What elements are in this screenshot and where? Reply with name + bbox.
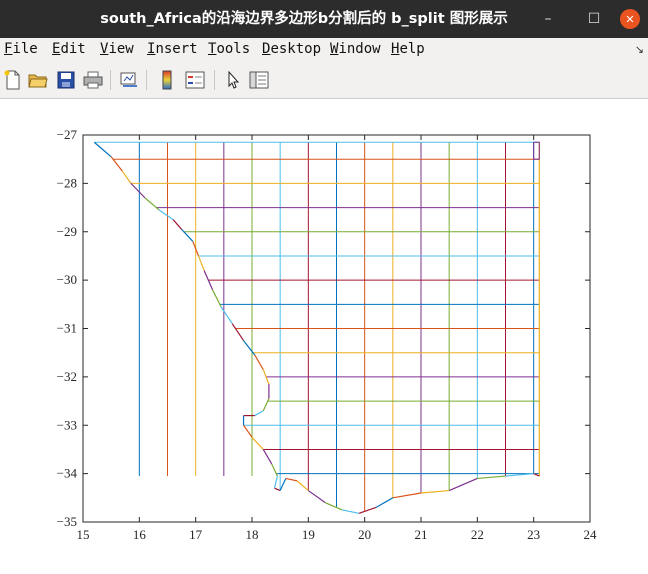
maximize-button[interactable]: ☐ <box>578 0 610 38</box>
toolbar-separator <box>146 70 147 90</box>
menu-desktop[interactable]: Desktop <box>262 41 321 57</box>
y-tick-label: −31 <box>57 321 77 336</box>
y-tick-label: −29 <box>57 224 77 239</box>
colorbar-icon[interactable] <box>156 69 178 91</box>
window-title: south_Africa的沿海边界多边形b分割后的 b_split 图形展示 <box>100 11 508 27</box>
menu-window[interactable]: Window <box>330 41 381 57</box>
pointer-icon[interactable] <box>222 69 244 91</box>
x-tick-label: 20 <box>358 527 371 542</box>
x-tick-label: 15 <box>77 527 90 542</box>
x-tick-label: 22 <box>471 527 484 542</box>
figure-canvas[interactable]: 15 16 17 18 19 20 21 22 23 24 −27 −28 −29 −30 −31 −32 −3… <box>0 99 648 570</box>
menu-tools[interactable]: Tools <box>208 41 250 57</box>
menu-insert[interactable]: Insert <box>147 41 198 57</box>
new-figure-icon[interactable] <box>2 69 24 91</box>
toolbar-separator <box>110 70 111 90</box>
minimize-button[interactable]: – <box>532 0 564 38</box>
title-bar: south_Africa的沿海边界多边形b分割后的 b_split 图形展示 –… <box>0 0 648 38</box>
y-tick-label: −34 <box>57 466 78 481</box>
x-tick-label: 24 <box>584 527 598 542</box>
y-tick-label: −33 <box>57 417 77 432</box>
y-tick-label: −32 <box>57 369 77 384</box>
y-tick-label: −27 <box>57 127 78 142</box>
legend-icon[interactable] <box>184 69 206 91</box>
property-editor-icon[interactable] <box>248 69 270 91</box>
x-tick-label: 19 <box>302 527 315 542</box>
map-plot[interactable]: 15 16 17 18 19 20 21 22 23 24 −27 −28 −29 −30 −31 −32 −3… <box>0 99 648 570</box>
menu-help[interactable]: Help <box>391 41 425 57</box>
minimize-icon: – <box>544 11 552 27</box>
close-button[interactable]: ✕ <box>614 0 646 38</box>
x-tick-label: 18 <box>246 527 259 542</box>
close-icon: ✕ <box>620 9 640 29</box>
menu-bar: File Edit View Insert Tools Desktop Wind… <box>0 38 648 62</box>
y-tick-label: −28 <box>57 175 77 190</box>
y-tick-label: −35 <box>57 514 77 529</box>
toolbar-separator <box>214 70 215 90</box>
open-file-icon[interactable] <box>27 69 49 91</box>
x-tick-label: 21 <box>415 527 428 542</box>
print-icon[interactable] <box>82 69 104 91</box>
x-tick-label: 17 <box>189 527 203 542</box>
menu-view[interactable]: View <box>100 41 134 57</box>
save-icon[interactable] <box>55 69 77 91</box>
y-tick-label: −30 <box>57 272 77 287</box>
menu-file[interactable]: File <box>4 41 38 57</box>
menu-overflow-icon[interactable]: ↘ <box>635 43 644 56</box>
maximize-icon: ☐ <box>587 11 601 27</box>
x-tick-label: 23 <box>527 527 540 542</box>
link-plot-icon[interactable] <box>118 69 140 91</box>
menu-edit[interactable]: Edit <box>52 41 86 57</box>
toolbar <box>0 62 648 99</box>
x-tick-label: 16 <box>133 527 147 542</box>
